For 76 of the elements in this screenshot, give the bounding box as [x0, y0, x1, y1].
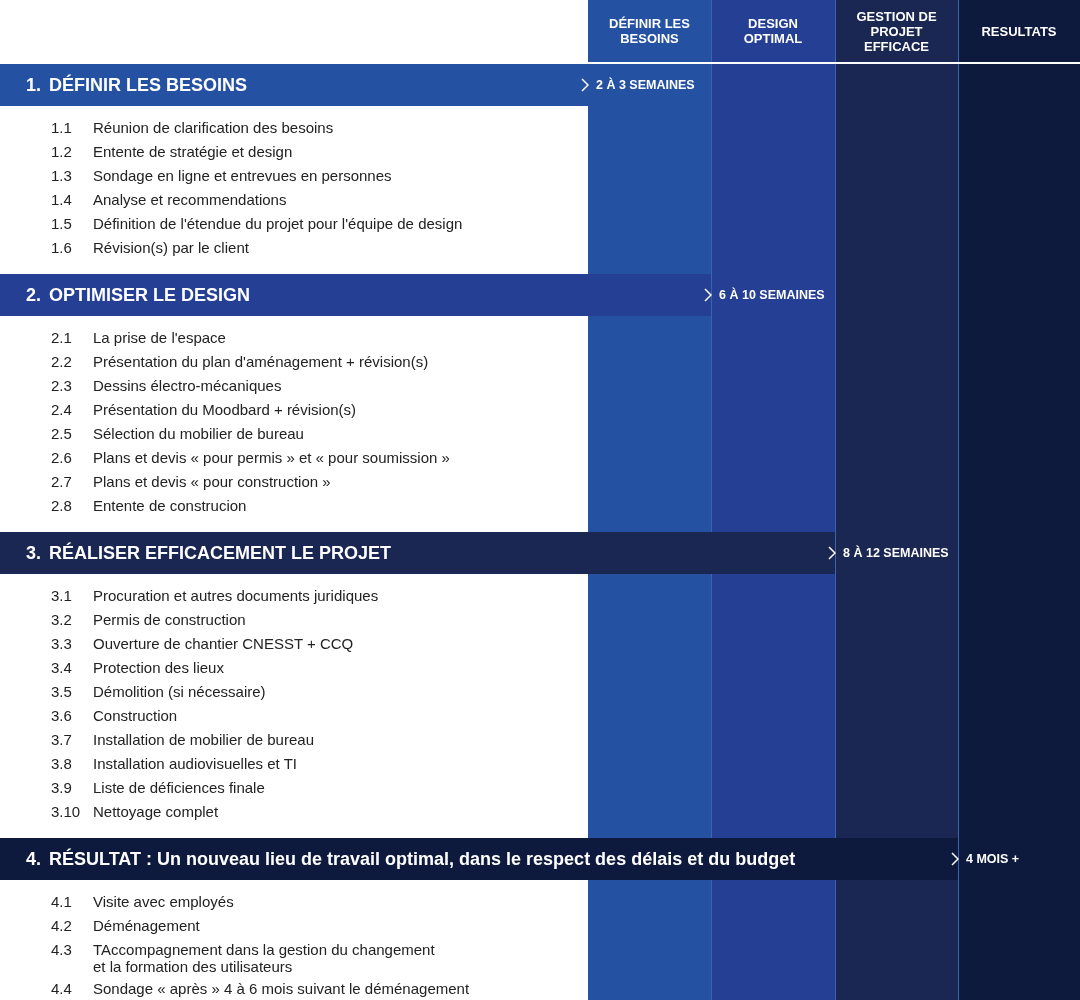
- task-number: 4.1: [51, 892, 73, 912]
- task-number: 3.5: [51, 682, 73, 702]
- task-number: 1.5: [51, 214, 73, 234]
- phase-title: RÉALISER EFFICACEMENT LE PROJET: [49, 541, 392, 565]
- task-number: 2.6: [51, 448, 73, 468]
- task-label: Entente de stratégie et design: [93, 142, 293, 160]
- task-label: Installation audiovisuelles et TI: [93, 754, 297, 772]
- task-number: 4.4: [51, 979, 73, 999]
- task-label: Déménagement: [93, 916, 200, 934]
- task-label: Présentation du plan d'aménagement + révision(s): [93, 352, 429, 370]
- phase-title: RÉSULTAT : Un nouveau lieu de travail optimal, dans le respect des délais et du budget: [49, 847, 796, 871]
- task-label: Réunion de clarification des besoins: [93, 118, 334, 136]
- task-label: Dessins électro-mécaniques: [93, 376, 282, 394]
- task-label: Construction: [93, 706, 178, 724]
- task-label: Analyse et recommendations: [93, 190, 287, 208]
- task-number: 3.10: [51, 802, 82, 822]
- chevron-icon: [581, 78, 589, 92]
- task-label: Permis de construction: [93, 610, 246, 628]
- phase-number: 1.: [26, 73, 41, 97]
- task-label: Sondage « après » 4 à 6 mois suivant le déménagement: [93, 979, 470, 997]
- task-number: 4.3: [51, 940, 73, 960]
- task-number: 3.6: [51, 706, 73, 726]
- task-number: 1.1: [51, 118, 73, 138]
- task-label: Sélection du mobilier de bureau: [93, 424, 304, 442]
- task-label: Procuration et autres documents juridiques: [93, 586, 379, 604]
- task-number: 2.8: [51, 496, 73, 516]
- task-number: 2.3: [51, 376, 73, 396]
- phase-duration: 2 À 3 SEMAINES: [596, 76, 695, 94]
- phase-title: DÉFINIR LES BESOINS: [49, 73, 248, 97]
- task-number: 2.1: [51, 328, 73, 348]
- phase-number: 2.: [26, 283, 41, 307]
- phase-number: 4.: [26, 847, 41, 871]
- phase-duration: 4 MOIS +: [966, 850, 1020, 868]
- task-number: 1.4: [51, 190, 73, 210]
- task-number: 3.4: [51, 658, 73, 678]
- task-label: La prise de l'espace: [93, 328, 226, 346]
- task-number: 4.2: [51, 916, 73, 936]
- task-number: 3.1: [51, 586, 73, 606]
- task-number: 3.9: [51, 778, 73, 798]
- chevron-icon: [951, 852, 959, 866]
- phase-duration: 8 À 12 SEMAINES: [843, 544, 949, 562]
- column-header: DÉFINIR LES BESOINS: [608, 16, 691, 46]
- task-label: Présentation du Moodbard + révision(s): [93, 400, 357, 418]
- phase-title: OPTIMISER LE DESIGN: [49, 283, 251, 307]
- phase-duration: 6 À 10 SEMAINES: [719, 286, 825, 304]
- task-label: Plans et devis « pour construction »: [93, 472, 331, 490]
- task-label: Liste de déficiences finale: [93, 778, 265, 796]
- task-label: Sondage en ligne et entrevues en personnes: [93, 166, 392, 184]
- task-number: 3.8: [51, 754, 73, 774]
- column-header: RESULTATS: [981, 23, 1057, 39]
- task-label: Protection des lieux: [93, 658, 224, 676]
- chevron-icon: [704, 288, 712, 302]
- task-label: Démolition (si nécessaire): [93, 682, 266, 700]
- task-label: Visite avec employés: [93, 892, 234, 910]
- task-number: 1.6: [51, 238, 73, 258]
- task-number: 3.3: [51, 634, 73, 654]
- column-header: DESIGN OPTIMAL: [742, 16, 804, 46]
- task-number: 2.4: [51, 400, 73, 420]
- task-number: 1.2: [51, 142, 73, 162]
- chevron-icon: [828, 546, 836, 560]
- task-label: Entente de construcion: [93, 496, 247, 514]
- task-label: Ouverture de chantier CNESST + CCQ: [93, 634, 354, 652]
- task-label: Révision(s) par le client: [93, 238, 249, 256]
- column-header: GESTION DE PROJET EFFICACE: [855, 8, 938, 54]
- task-number: 2.2: [51, 352, 73, 372]
- task-label: Installation de mobilier de bureau: [93, 730, 314, 748]
- phase-number: 3.: [26, 541, 41, 565]
- task-label: Plans et devis « pour permis » et « pour soumission »: [93, 448, 450, 466]
- task-label: Nettoyage complet: [93, 802, 219, 820]
- task-number: 3.2: [51, 610, 73, 630]
- task-number: 1.3: [51, 166, 73, 186]
- task-label: Définition de l'étendue du projet pour l'équipe de design: [93, 214, 463, 232]
- task-label: TAccompagnement dans la gestion du changement et la formation des utilisateurs: [93, 940, 435, 975]
- task-number: 2.5: [51, 424, 73, 444]
- task-number: 2.7: [51, 472, 73, 492]
- task-number: 3.7: [51, 730, 73, 750]
